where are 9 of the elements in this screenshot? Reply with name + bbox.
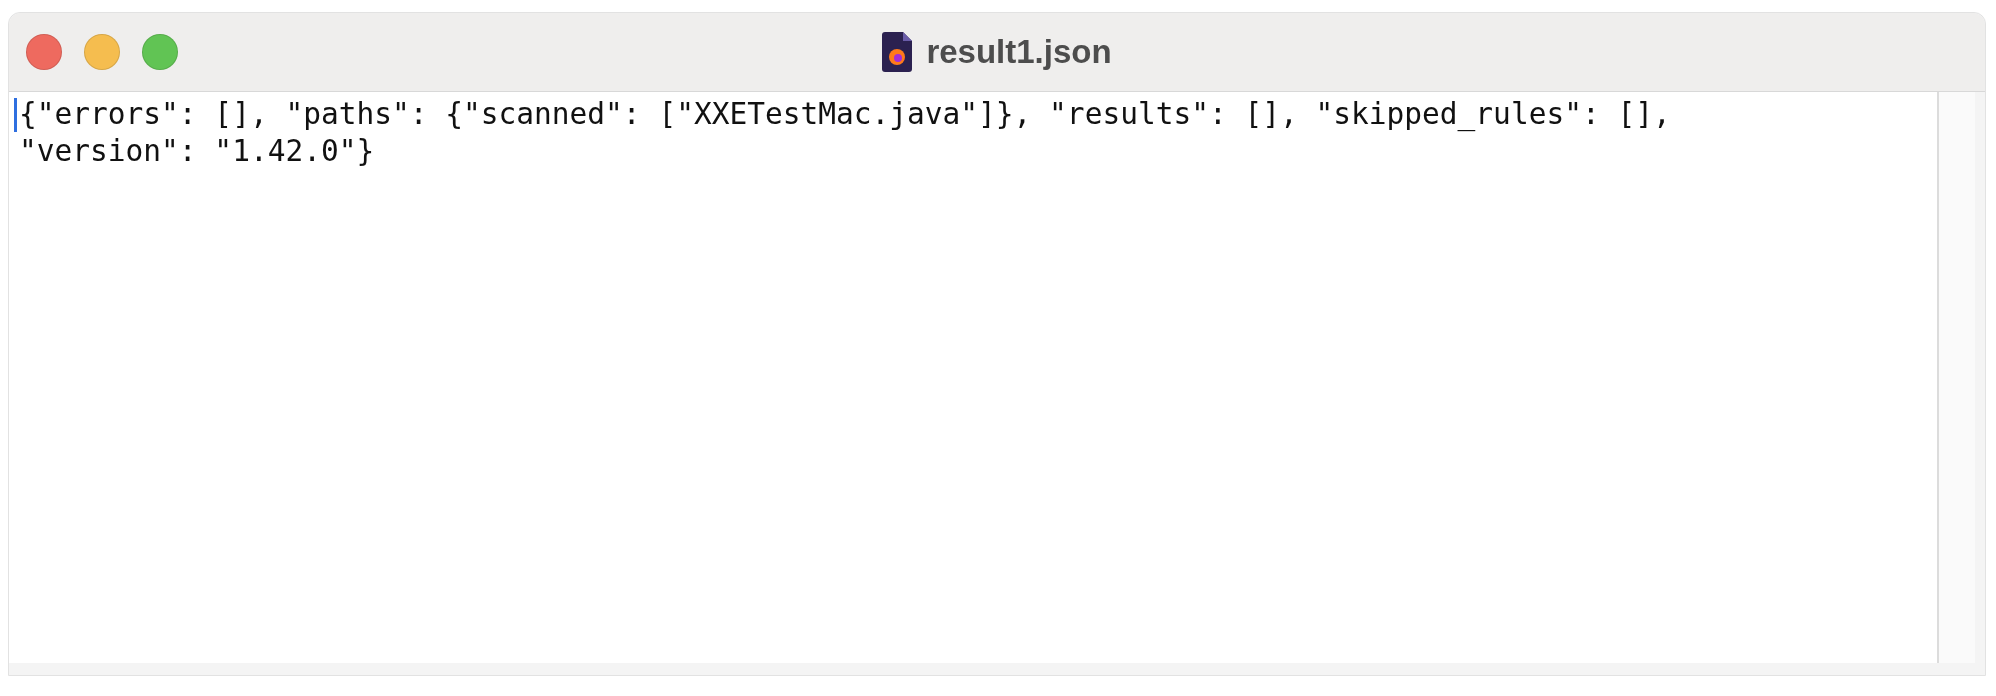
document-icon [882,32,913,72]
minimize-button[interactable] [84,34,120,70]
close-button[interactable] [26,34,62,70]
zoom-button[interactable] [142,34,178,70]
window-title: result1.json [926,33,1112,71]
scrollbar-track[interactable] [1937,92,1975,663]
code-line: {"errors": [], "paths": {"scanned": ["XXETestMac.java"]}, "results": [], "skipped_rules": [], [19,96,1671,133]
text-cursor [14,98,17,132]
code-line: "version": "1.42.0"} [19,133,375,170]
